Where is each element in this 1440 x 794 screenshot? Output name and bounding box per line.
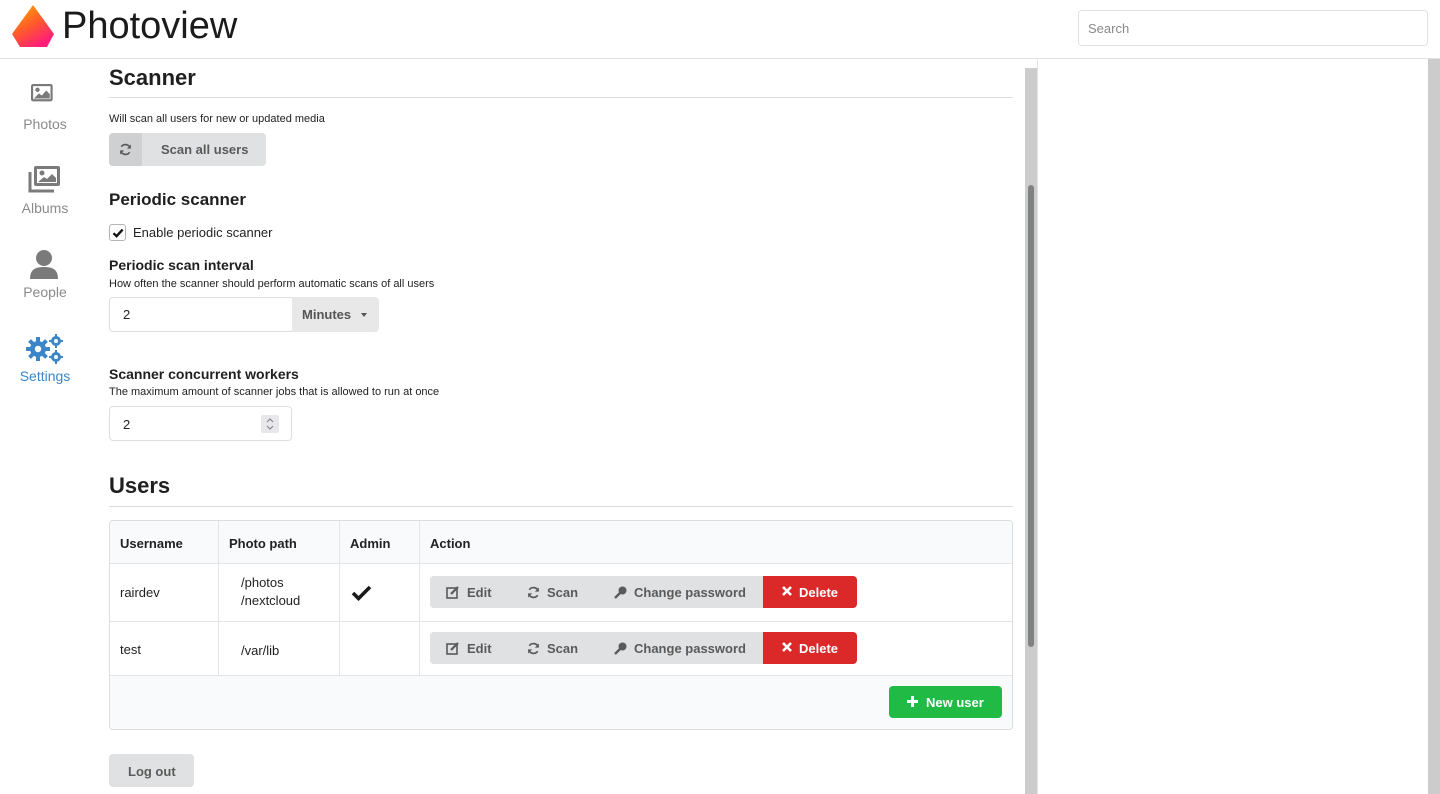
logout-button[interactable]: Log out	[109, 754, 194, 787]
table-footer: New user	[110, 676, 1012, 729]
delete-label: Delete	[799, 585, 839, 600]
interval-unit-value: Minutes	[302, 307, 352, 322]
logout-label: Log out	[128, 764, 176, 779]
column-header-photo-path: Photo path	[229, 536, 297, 551]
username-cell: rairdev	[120, 585, 160, 600]
column-header-username: Username	[120, 536, 183, 551]
scan-label: Scan	[547, 585, 579, 600]
table-row: rairdev /photos /nextcloud Edit Scan Cha…	[110, 564, 1012, 622]
photo-path-cell: /photos /nextcloud	[241, 574, 300, 610]
photo-path: /photos	[241, 575, 284, 590]
new-user-button[interactable]: New user	[889, 686, 1002, 718]
scrollbar-thumb[interactable]	[1028, 185, 1034, 647]
main-scrollbar[interactable]	[1025, 68, 1037, 794]
app-title: Photoview	[62, 5, 238, 47]
close-icon	[782, 642, 792, 652]
sync-icon	[120, 143, 131, 156]
top-header: Photoview	[0, 0, 1440, 59]
sync-icon	[528, 642, 539, 655]
number-spinner-icon[interactable]	[261, 415, 279, 433]
sidebar-item-photos[interactable]: Photos	[0, 82, 90, 152]
photoview-logo-icon	[12, 5, 54, 47]
periodic-scanner-title: Periodic scanner	[109, 190, 247, 209]
cogs-icon	[26, 334, 63, 364]
right-panel-scrollbar[interactable]	[1428, 59, 1440, 794]
edit-icon	[446, 642, 459, 655]
enable-periodic-scanner-checkbox[interactable]	[109, 224, 126, 241]
edit-label: Edit	[467, 585, 492, 600]
row-actions: Edit Scan Change password Delete	[430, 632, 857, 664]
sidebar-label: Photos	[23, 116, 67, 132]
scan-interval-description: How often the scanner should perform aut…	[109, 278, 435, 290]
edit-user-button[interactable]: Edit	[430, 576, 510, 608]
caret-down-icon	[361, 313, 367, 317]
sidebar-item-people[interactable]: People	[0, 250, 90, 320]
key-icon	[614, 586, 627, 599]
column-header-admin: Admin	[350, 536, 391, 551]
images-icon	[28, 166, 60, 193]
scan-user-button[interactable]: Scan	[510, 576, 595, 608]
change-password-button[interactable]: Change password	[595, 576, 763, 608]
delete-user-button[interactable]: Delete	[763, 576, 857, 608]
scan-all-users-label: Scan all users	[161, 142, 249, 157]
sidebar-item-albums[interactable]: Albums	[0, 166, 90, 236]
concurrent-workers-title: Scanner concurrent workers	[109, 366, 299, 382]
concurrent-workers-input[interactable]: 2	[109, 406, 292, 441]
change-password-label: Change password	[634, 585, 746, 600]
photo-path: /nextcloud	[241, 593, 301, 608]
concurrent-workers-description: The maximum amount of scanner jobs that …	[109, 386, 440, 398]
sidebar-label: People	[23, 284, 67, 300]
edit-user-button[interactable]: Edit	[430, 632, 510, 664]
users-table: Username Photo path Admin Action rairdev…	[109, 520, 1013, 730]
scanner-title: Scanner	[109, 65, 196, 90]
plus-icon	[907, 696, 918, 707]
search-input[interactable]	[1078, 10, 1428, 46]
sidebar-label: Settings	[19, 368, 71, 384]
edit-label: Edit	[467, 641, 492, 656]
scan-interval-input[interactable]	[109, 297, 293, 332]
edit-icon	[446, 586, 459, 599]
photo-path-cell: /var/lib	[241, 642, 279, 660]
interval-unit-dropdown[interactable]: Minutes	[292, 297, 379, 332]
users-title: Users	[109, 473, 171, 498]
close-icon	[782, 586, 792, 596]
change-password-label: Change password	[634, 641, 746, 656]
scanner-description: Will scan all users for new or updated m…	[109, 113, 325, 125]
divider	[109, 506, 1013, 507]
sidebar-label: Albums	[21, 200, 69, 216]
delete-user-button[interactable]: Delete	[763, 632, 857, 664]
scan-label: Scan	[547, 641, 579, 656]
scan-interval-title: Periodic scan interval	[109, 257, 254, 273]
username-cell: test	[120, 642, 141, 657]
new-user-label: New user	[926, 695, 984, 710]
change-password-button[interactable]: Change password	[595, 632, 763, 664]
key-icon	[614, 642, 627, 655]
scan-user-button[interactable]: Scan	[510, 632, 595, 664]
divider	[109, 97, 1013, 98]
column-header-action: Action	[430, 536, 471, 551]
enable-periodic-scanner-label: Enable periodic scanner	[133, 225, 273, 240]
table-row: test /var/lib Edit Scan Change password …	[110, 622, 1012, 676]
checkmark-icon	[112, 228, 124, 238]
image-icon	[31, 84, 53, 102]
concurrent-workers-value: 2	[123, 417, 131, 432]
delete-label: Delete	[799, 641, 839, 656]
row-actions: Edit Scan Change password Delete	[430, 576, 857, 608]
admin-checkmark-icon	[351, 585, 372, 601]
photo-path: /var/lib	[241, 643, 280, 658]
panel-divider	[1037, 60, 1038, 794]
table-header: Username Photo path Admin Action	[110, 521, 1012, 564]
scan-all-users-button[interactable]: Scan all users	[109, 133, 266, 166]
sync-icon	[528, 586, 539, 599]
sidebar-item-settings[interactable]: Settings	[0, 334, 90, 404]
user-icon	[30, 250, 58, 279]
